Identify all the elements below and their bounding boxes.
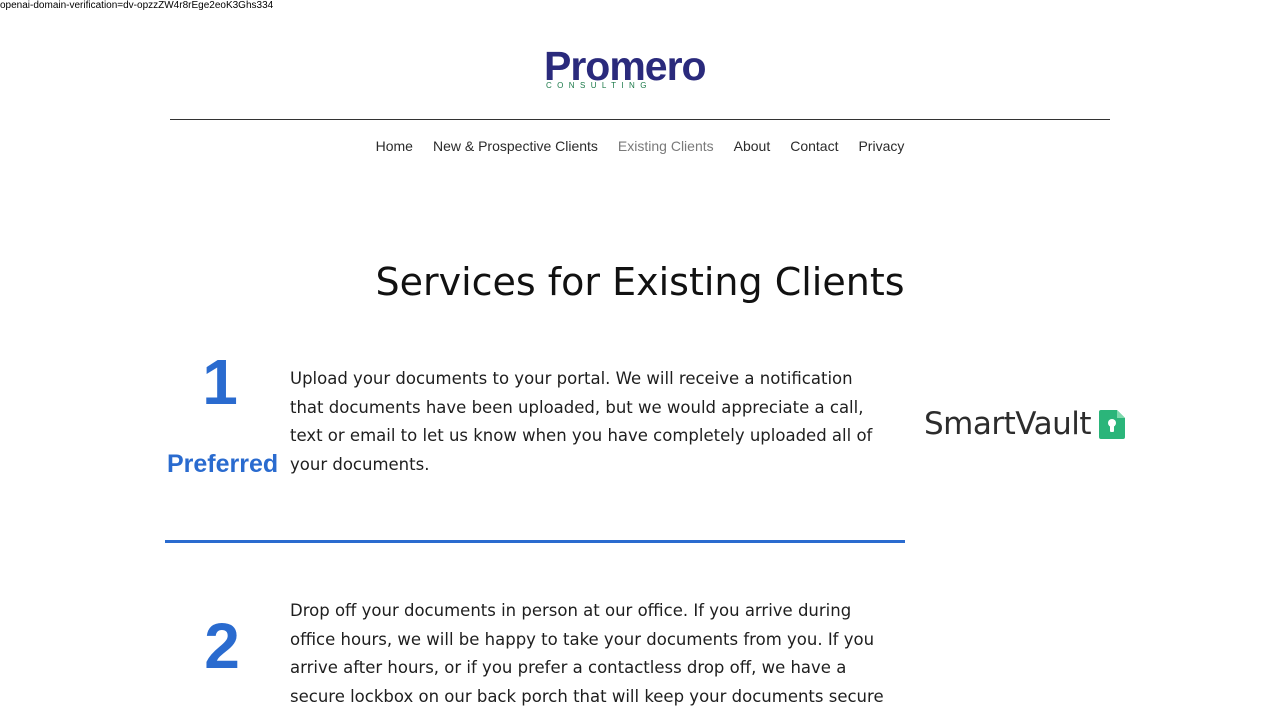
lock-file-icon	[1098, 409, 1125, 439]
step-1-number: 1	[202, 346, 238, 418]
nav-item-privacy[interactable]: Privacy	[848, 137, 914, 155]
step-2-number: 2	[204, 610, 240, 682]
logo-subtitle: CONSULTING	[546, 81, 652, 90]
nav-item-new-prospective-clients[interactable]: New & Prospective Clients	[423, 137, 608, 155]
step-1-description: Upload your documents to your portal. We…	[290, 369, 873, 474]
main-nav: Home New & Prospective Clients Existing …	[0, 137, 1280, 155]
nav-item-home[interactable]: Home	[366, 137, 423, 155]
preferred-label: Preferred	[167, 450, 279, 478]
smartvault-link[interactable]: SmartVault	[924, 404, 1125, 444]
smartvault-label: SmartVault	[924, 406, 1091, 442]
nav-item-contact[interactable]: Contact	[780, 137, 848, 155]
nav-item-about[interactable]: About	[724, 137, 781, 155]
nav-item-existing-clients[interactable]: Existing Clients	[608, 137, 724, 155]
page-title: Services for Existing Clients	[375, 260, 905, 304]
step-2-description: Drop off your documents in person at our…	[290, 601, 884, 706]
promero-logo[interactable]: Promero CONSULTING	[544, 44, 740, 94]
header-divider	[170, 119, 1110, 120]
domain-verification-text: openai-domain-verification=dv-opzzZW4r8r…	[0, 0, 274, 11]
section-divider	[165, 540, 905, 543]
